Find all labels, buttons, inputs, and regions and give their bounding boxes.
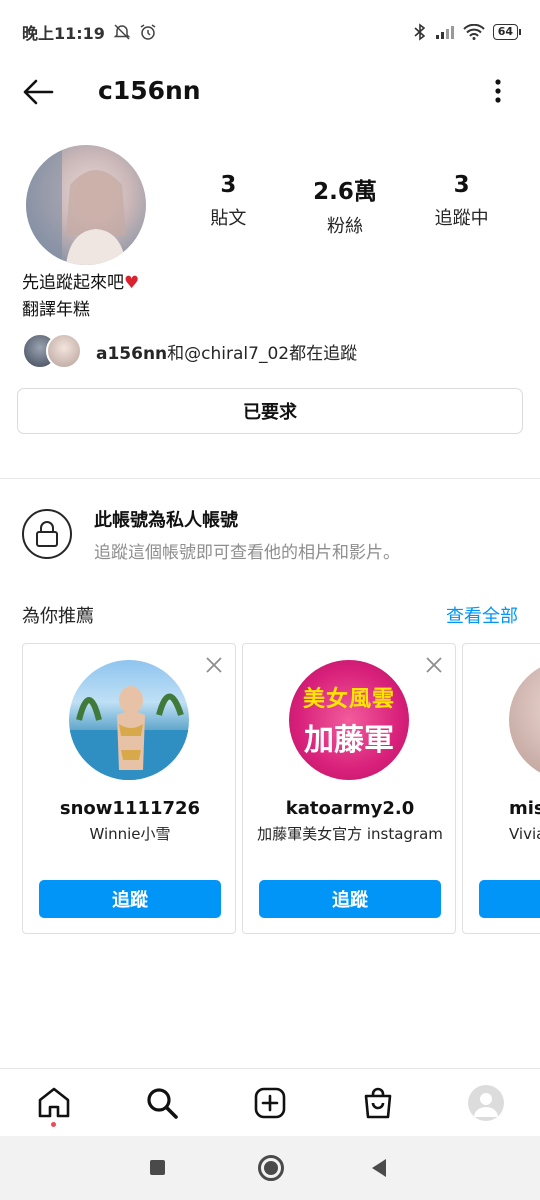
stat-following[interactable]: 3 追蹤中 xyxy=(407,172,517,238)
bio-line-2: 翻譯年糕 xyxy=(22,300,90,320)
close-icon[interactable] xyxy=(205,656,223,674)
status-right: 64 xyxy=(413,23,522,41)
private-title: 此帳號為私人帳號 xyxy=(94,510,238,531)
suggestion-card[interactable]: 美女風雲 加藤軍 katoarmy2.0 加藤軍美女官方 instagram 追… xyxy=(242,643,456,934)
card-username[interactable]: katoarmy2.0 xyxy=(243,798,457,819)
mutual-avatars xyxy=(22,332,86,370)
stat-posts[interactable]: 3 貼文 xyxy=(173,172,283,238)
stat-label: 貼文 xyxy=(210,208,247,229)
bio-text: 先追蹤起來吧 xyxy=(22,273,124,293)
mutual-username: a156nn xyxy=(96,343,168,364)
heart-icon: ♥ xyxy=(124,273,140,293)
system-home-icon[interactable] xyxy=(258,1155,284,1181)
battery-indicator: 64 xyxy=(492,24,522,40)
system-navigation xyxy=(0,1136,540,1200)
system-back-icon[interactable] xyxy=(372,1159,386,1177)
avatar[interactable] xyxy=(509,660,540,780)
profile-stats: 3 貼文 2.6萬 粉絲 3 追蹤中 xyxy=(170,172,520,238)
private-description: 追蹤這個帳號即可查看他的相片和影片。 xyxy=(94,543,400,563)
avatar[interactable]: 美女風雲 加藤軍 xyxy=(289,660,409,780)
follow-button[interactable]: 追蹤 xyxy=(259,880,441,918)
avatar[interactable] xyxy=(69,660,189,780)
search-icon[interactable] xyxy=(144,1085,180,1121)
page-title: c156nn xyxy=(98,76,201,105)
see-all-link[interactable]: 查看全部 xyxy=(446,602,518,628)
follow-button[interactable]: 追蹤 xyxy=(479,880,540,918)
suggestion-cards: snow1111726 Winnie小雪 追蹤 美女風雲 加藤軍 katoarm… xyxy=(22,643,540,935)
alarm-icon xyxy=(140,24,156,40)
back-arrow-icon[interactable] xyxy=(22,78,54,106)
notification-dot xyxy=(51,1122,56,1127)
suggestion-card[interactable]: mis Vivia 追蹤 xyxy=(462,643,540,934)
more-options-icon[interactable] xyxy=(486,76,510,108)
mutual-rest: 和@chiral7_02都在追蹤 xyxy=(167,343,358,364)
follow-button[interactable]: 追蹤 xyxy=(39,880,221,918)
stat-followers[interactable]: 2.6萬 粉絲 xyxy=(290,172,400,238)
card-username[interactable]: snow1111726 xyxy=(23,798,237,819)
status-bar: 晚上11:19 64 xyxy=(0,0,540,64)
suggestion-card[interactable]: snow1111726 Winnie小雪 追蹤 xyxy=(22,643,236,934)
status-left: 晚上11:19 xyxy=(22,20,157,44)
status-time: 晚上11:19 xyxy=(22,24,105,43)
card-subtitle: Winnie小雪 xyxy=(89,825,171,843)
avatar xyxy=(46,333,82,369)
profile-bio: 先追蹤起來吧♥ 翻譯年糕 xyxy=(22,270,139,324)
lock-icon xyxy=(36,521,58,547)
profile-header: c156nn xyxy=(0,64,540,120)
divider xyxy=(0,478,540,479)
stat-label: 追蹤中 xyxy=(434,208,489,229)
bluetooth-icon xyxy=(414,23,425,41)
shop-bag-icon[interactable] xyxy=(360,1085,396,1121)
home-icon[interactable] xyxy=(36,1085,72,1121)
brand-logo-main: 加藤軍 xyxy=(304,723,394,758)
card-subtitle: Vivia xyxy=(509,825,540,843)
mutual-followers[interactable]: a156nn和@chiral7_02都在追蹤 xyxy=(22,332,357,370)
requested-button[interactable]: 已要求 xyxy=(17,388,523,434)
close-icon[interactable] xyxy=(425,656,443,674)
mutual-text: a156nn和@chiral7_02都在追蹤 xyxy=(96,339,357,364)
recent-apps-icon[interactable] xyxy=(150,1160,165,1175)
stat-label: 粉絲 xyxy=(326,216,363,237)
bottom-navigation xyxy=(0,1068,540,1136)
default-avatar-icon xyxy=(474,1093,498,1117)
bio-line-1: 先追蹤起來吧♥ xyxy=(22,270,139,297)
avatar-photo xyxy=(69,686,189,780)
stat-value: 3 xyxy=(453,172,470,198)
brand-logo-top: 美女風雲 xyxy=(302,687,395,712)
avatar-photo xyxy=(26,145,126,265)
stat-value: 2.6萬 xyxy=(313,179,377,205)
signal-icon xyxy=(435,26,454,39)
profile-tab-avatar[interactable] xyxy=(468,1085,504,1121)
suggestions-title: 為你推薦 xyxy=(22,606,94,627)
card-subtitle: 加藤軍美女官方 instagram xyxy=(257,825,443,843)
stat-value: 3 xyxy=(220,172,237,198)
card-username[interactable]: mis xyxy=(509,798,540,819)
add-post-icon[interactable] xyxy=(252,1085,288,1121)
lock-badge xyxy=(22,509,72,559)
mute-icon xyxy=(113,24,131,40)
wifi-icon xyxy=(462,24,485,40)
profile-avatar[interactable] xyxy=(26,145,146,265)
